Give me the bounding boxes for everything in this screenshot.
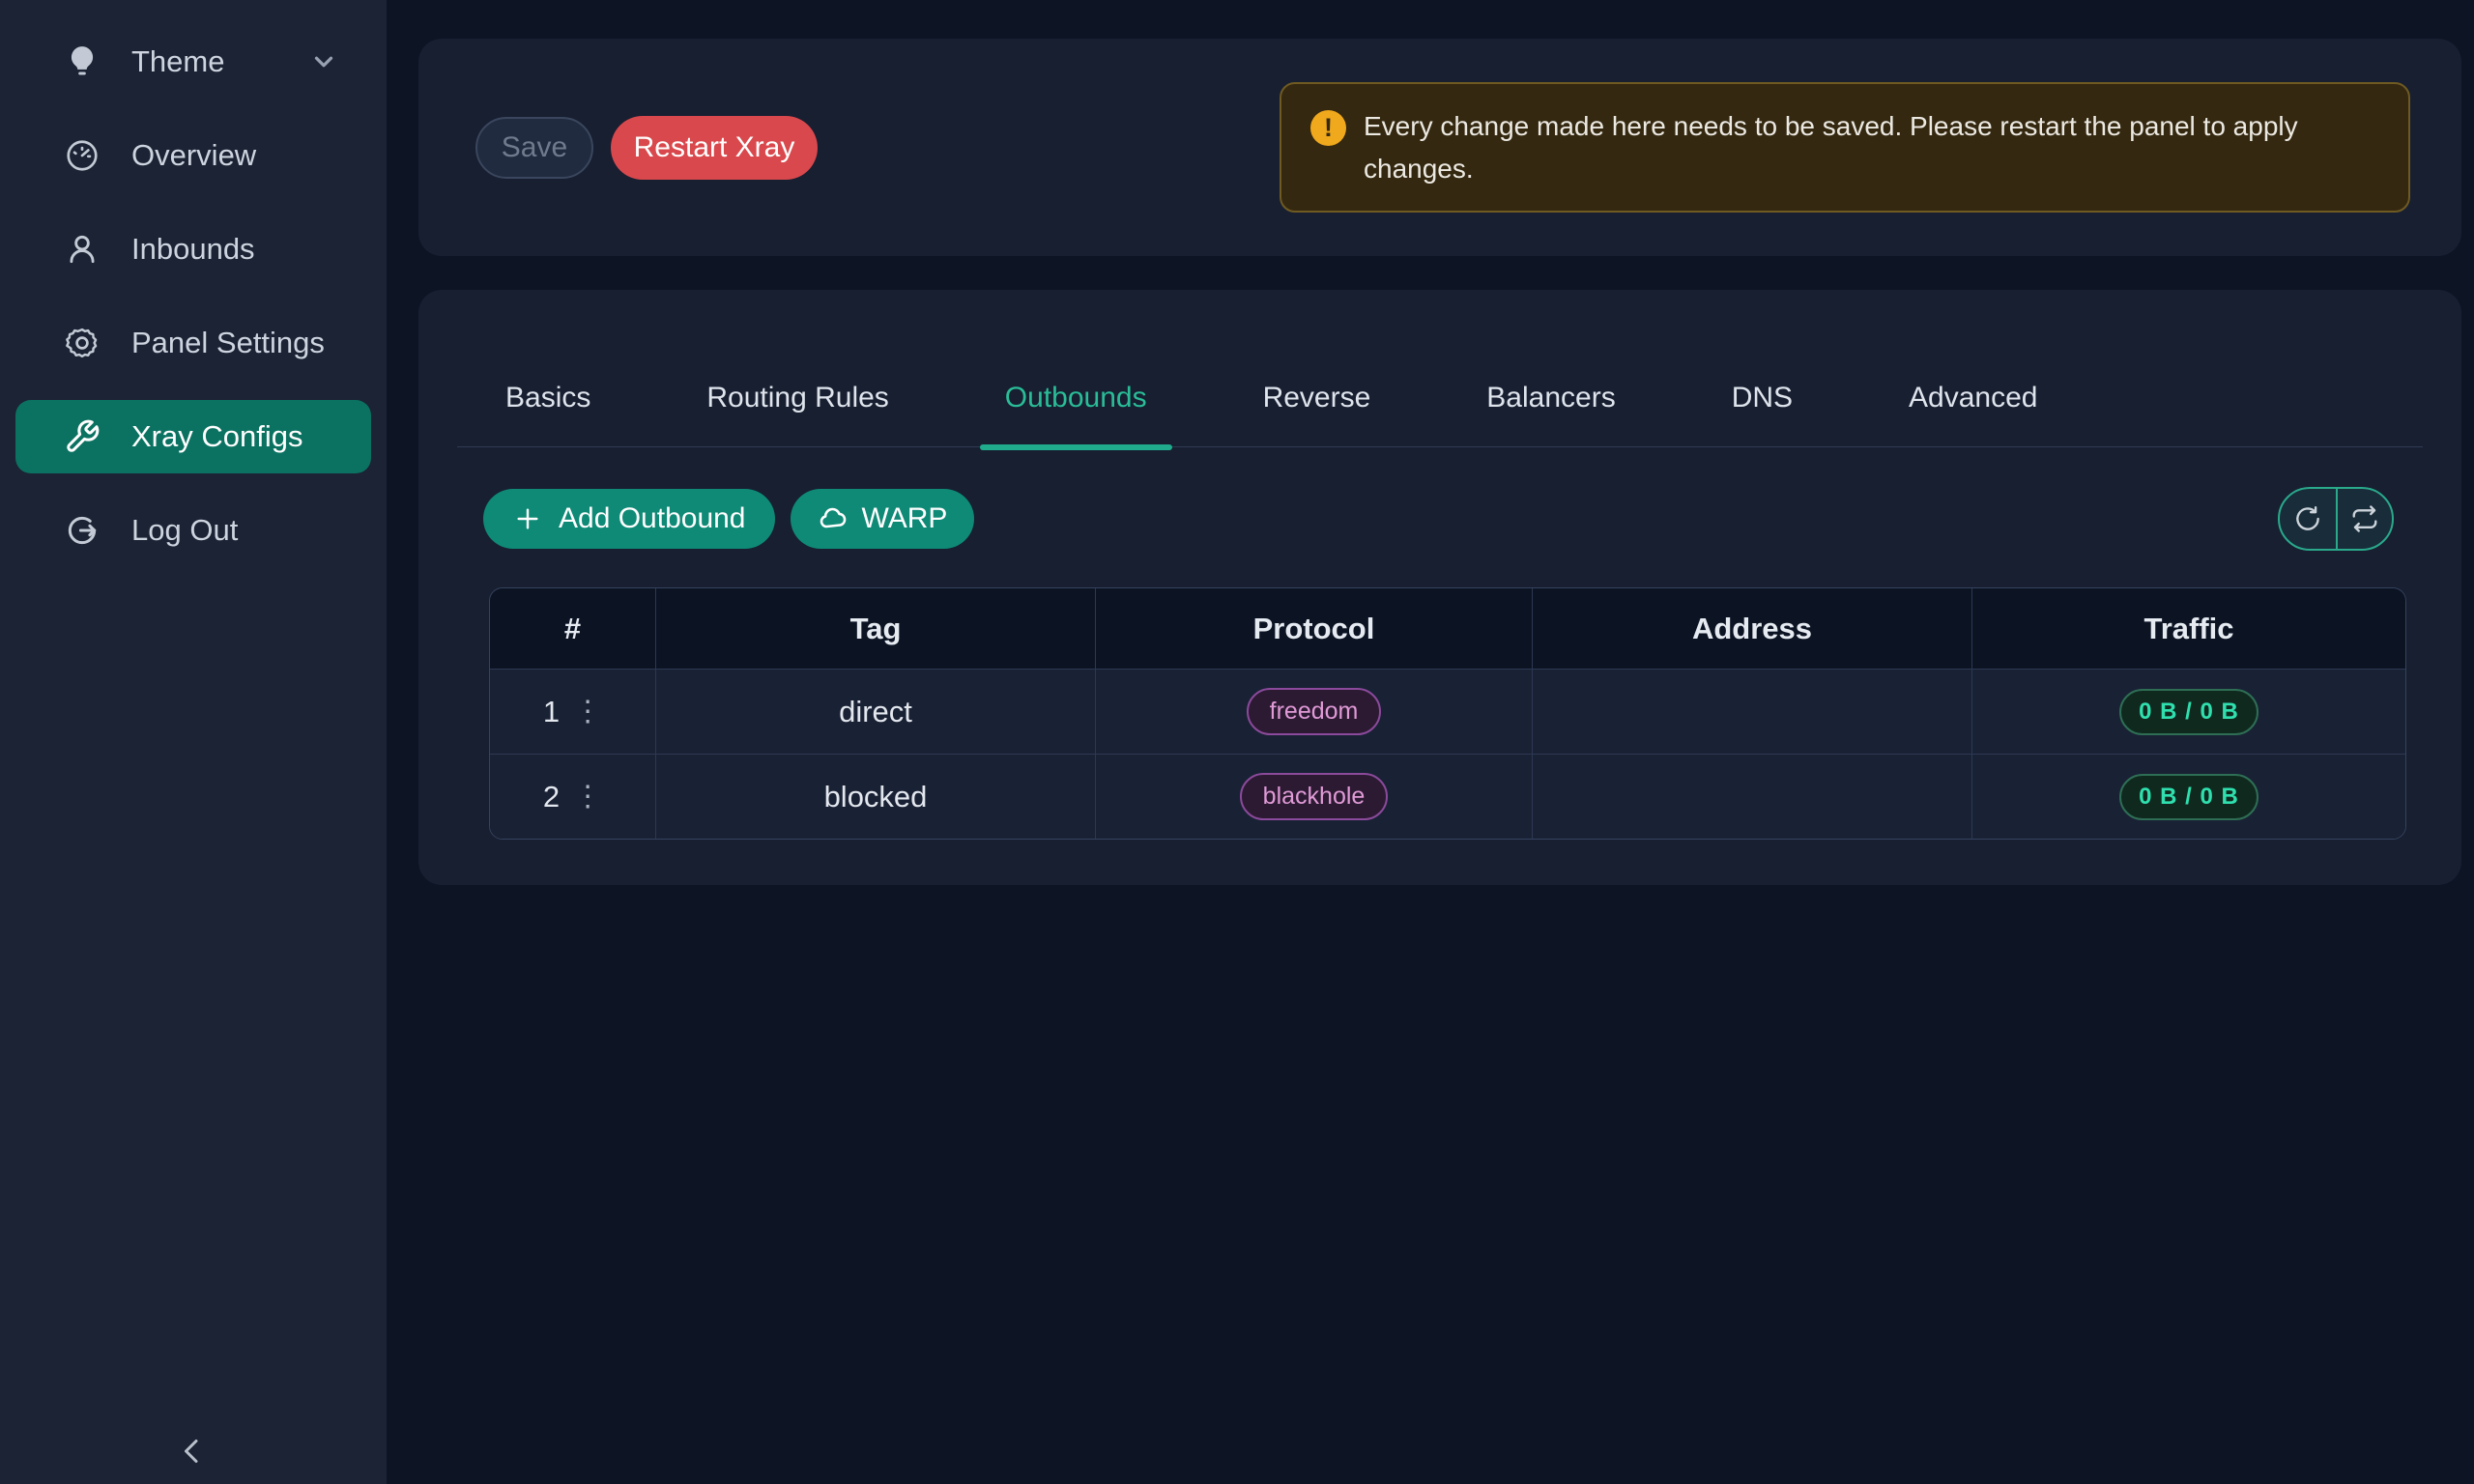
repeat-icon: [2350, 504, 2379, 533]
sidebar-item-theme[interactable]: Theme: [15, 25, 371, 99]
sidebar-collapse-button[interactable]: [0, 1433, 387, 1472]
table-row: 1 ⋮ direct freedom 0 B / 0 B: [490, 669, 2405, 754]
tab-reverse[interactable]: Reverse: [1263, 382, 1371, 414]
restart-xray-button[interactable]: Restart Xray: [611, 116, 818, 180]
logout-icon: [64, 512, 101, 549]
tab-outbounds[interactable]: Outbounds: [1005, 382, 1147, 414]
wrench-icon: [64, 418, 101, 455]
table-row: 2 ⋮ blocked blackhole 0 B / 0 B: [490, 754, 2405, 839]
sidebar-item-log-out[interactable]: Log Out: [15, 494, 371, 567]
row-tag: blocked: [656, 755, 1096, 839]
row-address: [1533, 755, 1972, 839]
column-header-traffic: Traffic: [1972, 588, 2405, 669]
warning-circle-icon: !: [1310, 110, 1346, 146]
tab-routing-rules[interactable]: Routing Rules: [706, 382, 888, 414]
tab-basics[interactable]: Basics: [505, 382, 590, 414]
sidebar-item-label: Inbounds: [131, 232, 255, 267]
add-outbound-button[interactable]: Add Outbound: [483, 489, 775, 549]
outbounds-table: # Tag Protocol Address Traffic 1 ⋮ direc…: [489, 587, 2406, 840]
add-outbound-label: Add Outbound: [559, 502, 746, 535]
row-index: 2: [543, 780, 560, 814]
protocol-badge: blackhole: [1240, 773, 1389, 820]
table-header-row: # Tag Protocol Address Traffic: [490, 588, 2405, 669]
row-menu-icon[interactable]: ⋮: [573, 783, 602, 812]
row-menu-icon[interactable]: ⋮: [573, 698, 602, 727]
bulb-icon: [64, 43, 101, 80]
xray-config-card: Basics Routing Rules Outbounds Reverse B…: [418, 290, 2461, 885]
config-tabs: Basics Routing Rules Outbounds Reverse B…: [457, 290, 2423, 447]
outbounds-toolbar: Add Outbound WARP: [457, 487, 2423, 551]
column-header-tag: Tag: [656, 588, 1096, 669]
warp-label: WARP: [862, 502, 948, 535]
tab-advanced[interactable]: Advanced: [1909, 382, 2037, 414]
row-address: [1533, 670, 1972, 754]
save-button[interactable]: Save: [475, 117, 593, 179]
restart-warning-alert: ! Every change made here needs to be sav…: [1280, 82, 2410, 213]
protocol-badge: freedom: [1247, 688, 1382, 735]
reload-button[interactable]: [2336, 489, 2392, 549]
user-icon: [64, 231, 101, 268]
refresh-icon: [2293, 504, 2322, 533]
refresh-button[interactable]: [2280, 489, 2336, 549]
warp-button[interactable]: WARP: [791, 489, 975, 549]
gauge-icon: [64, 137, 101, 174]
sidebar: Theme Overview Inbounds Panel Settings X…: [0, 0, 387, 1484]
table-actions-group: [2278, 487, 2394, 551]
action-bar: Save Restart Xray ! Every change made he…: [418, 39, 2461, 256]
sidebar-item-label: Panel Settings: [131, 326, 325, 360]
tab-dns[interactable]: DNS: [1732, 382, 1793, 414]
plus-icon: [512, 503, 543, 534]
row-index: 1: [543, 695, 560, 729]
traffic-badge: 0 B / 0 B: [2119, 689, 2258, 735]
column-header-address: Address: [1533, 588, 1972, 669]
column-header-protocol: Protocol: [1096, 588, 1533, 669]
sidebar-item-overview[interactable]: Overview: [15, 119, 371, 192]
alert-message: Every change made here needs to be saved…: [1364, 105, 2359, 189]
sidebar-item-label: Xray Configs: [131, 419, 302, 454]
traffic-badge: 0 B / 0 B: [2119, 774, 2258, 820]
chevron-left-icon: [176, 1434, 211, 1471]
sidebar-item-label: Overview: [131, 138, 256, 173]
sidebar-item-label: Theme: [131, 44, 224, 79]
row-tag: direct: [656, 670, 1096, 754]
gear-icon: [64, 325, 101, 361]
main-content: Save Restart Xray ! Every change made he…: [387, 0, 2474, 1484]
tab-balancers[interactable]: Balancers: [1486, 382, 1615, 414]
chevron-down-icon: [309, 47, 338, 76]
cloud-icon: [818, 503, 849, 534]
sidebar-item-inbounds[interactable]: Inbounds: [15, 213, 371, 286]
column-header-index: #: [490, 588, 656, 669]
sidebar-item-xray-configs[interactable]: Xray Configs: [15, 400, 371, 473]
sidebar-item-panel-settings[interactable]: Panel Settings: [15, 306, 371, 380]
sidebar-item-label: Log Out: [131, 513, 238, 548]
